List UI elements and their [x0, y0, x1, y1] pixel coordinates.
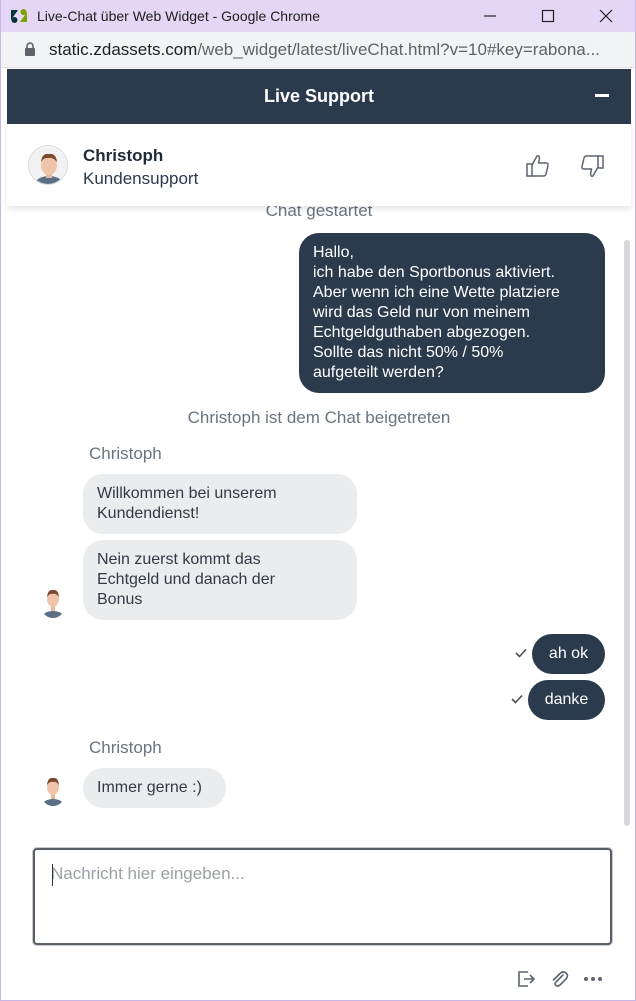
thumbs-up-button[interactable]	[524, 152, 552, 180]
widget-title: Live Support	[263, 86, 374, 106]
widget-header: Live Support	[7, 69, 631, 124]
agent-sender-label: Christoph	[89, 444, 162, 463]
attach-file-button[interactable]	[548, 968, 570, 990]
message-line: Echtgeld und danach der	[97, 571, 275, 588]
zendesk-favicon-icon	[9, 6, 29, 26]
browser-window: Live-Chat über Web Widget - Google Chrom…	[0, 0, 636, 1001]
message-line: Hallo,	[313, 244, 354, 261]
url-path: /web_widget/latest/liveChat.html?v=10#ke…	[197, 39, 600, 59]
minimize-window-button[interactable]	[461, 0, 519, 32]
chat-scrollbar[interactable]	[624, 240, 630, 826]
message-line: aufgeteilt werden?	[313, 364, 444, 381]
maximize-window-button[interactable]	[519, 0, 577, 32]
user-message-bubble: ah ok	[532, 634, 605, 674]
close-window-button[interactable]	[577, 0, 635, 32]
exit-icon	[518, 971, 536, 987]
chat-log[interactable]: Chat gestartet Hallo, ich habe den Sport…	[7, 206, 631, 831]
agent-bar: Christoph Kundensupport	[7, 124, 631, 206]
message-input[interactable]	[35, 850, 610, 943]
agent-sender-label: Christoph	[89, 738, 162, 757]
agent-message-bubble: Willkommen bei unserem Kundendienst!	[83, 474, 357, 534]
thumbs-up-icon	[526, 155, 549, 177]
ellipsis-icon	[584, 977, 602, 981]
thumbs-down-icon	[581, 155, 604, 177]
address-bar[interactable]: static.zdassets.com/web_widget/latest/li…	[1, 32, 635, 68]
agent-message-bubble: Immer gerne :)	[83, 768, 226, 808]
url-text[interactable]: static.zdassets.com/web_widget/latest/li…	[49, 40, 619, 60]
window-titlebar: Live-Chat über Web Widget - Google Chrom…	[1, 0, 635, 32]
minimize-widget-button[interactable]	[595, 94, 609, 97]
agent-avatar-small	[39, 584, 67, 618]
close-icon	[599, 9, 613, 23]
system-message-chat-started: Chat gestartet	[265, 206, 373, 220]
end-chat-button[interactable]	[515, 968, 537, 990]
agent-role: Kundensupport	[83, 169, 199, 188]
agent-message-bubble: Nein zuerst kommt das Echtgeld und danac…	[83, 540, 357, 620]
paperclip-icon	[552, 971, 569, 987]
message-input-container	[33, 848, 612, 945]
agent-avatar-small	[39, 772, 67, 806]
maximize-icon	[541, 9, 555, 23]
more-options-button[interactable]	[582, 968, 604, 990]
minimize-icon	[484, 15, 496, 17]
url-host: static.zdassets.com	[49, 39, 198, 59]
text-caret	[52, 864, 53, 886]
message-line: Nein zuerst kommt das	[97, 551, 261, 568]
delivered-check-icon	[515, 648, 527, 658]
agent-avatar	[28, 145, 68, 185]
delivered-check-icon	[511, 694, 523, 704]
message-line: ich habe den Sportbonus aktiviert.	[313, 264, 555, 281]
message-line: Kundendienst!	[97, 505, 200, 522]
message-line: Sollte das nicht 50% / 50%	[313, 344, 504, 361]
message-line: Echtgeldguthaben abgezogen.	[313, 324, 531, 341]
message-line: Willkommen bei unserem	[97, 485, 277, 502]
lock-icon	[23, 42, 37, 58]
agent-name: Christoph	[83, 146, 164, 165]
message-line: Bonus	[97, 591, 143, 608]
thumbs-down-button[interactable]	[578, 152, 606, 180]
message-line: wird das Geld nur von meinem	[313, 304, 530, 321]
message-line: Aber wenn ich eine Wette platziere	[313, 284, 560, 301]
user-message-bubble: Hallo, ich habe den Sportbonus aktiviert…	[299, 233, 605, 393]
user-message-bubble: danke	[528, 680, 605, 720]
window-title: Live-Chat über Web Widget - Google Chrom…	[37, 8, 320, 24]
system-message-agent-joined: Christoph ist dem Chat beigetreten	[187, 408, 451, 427]
